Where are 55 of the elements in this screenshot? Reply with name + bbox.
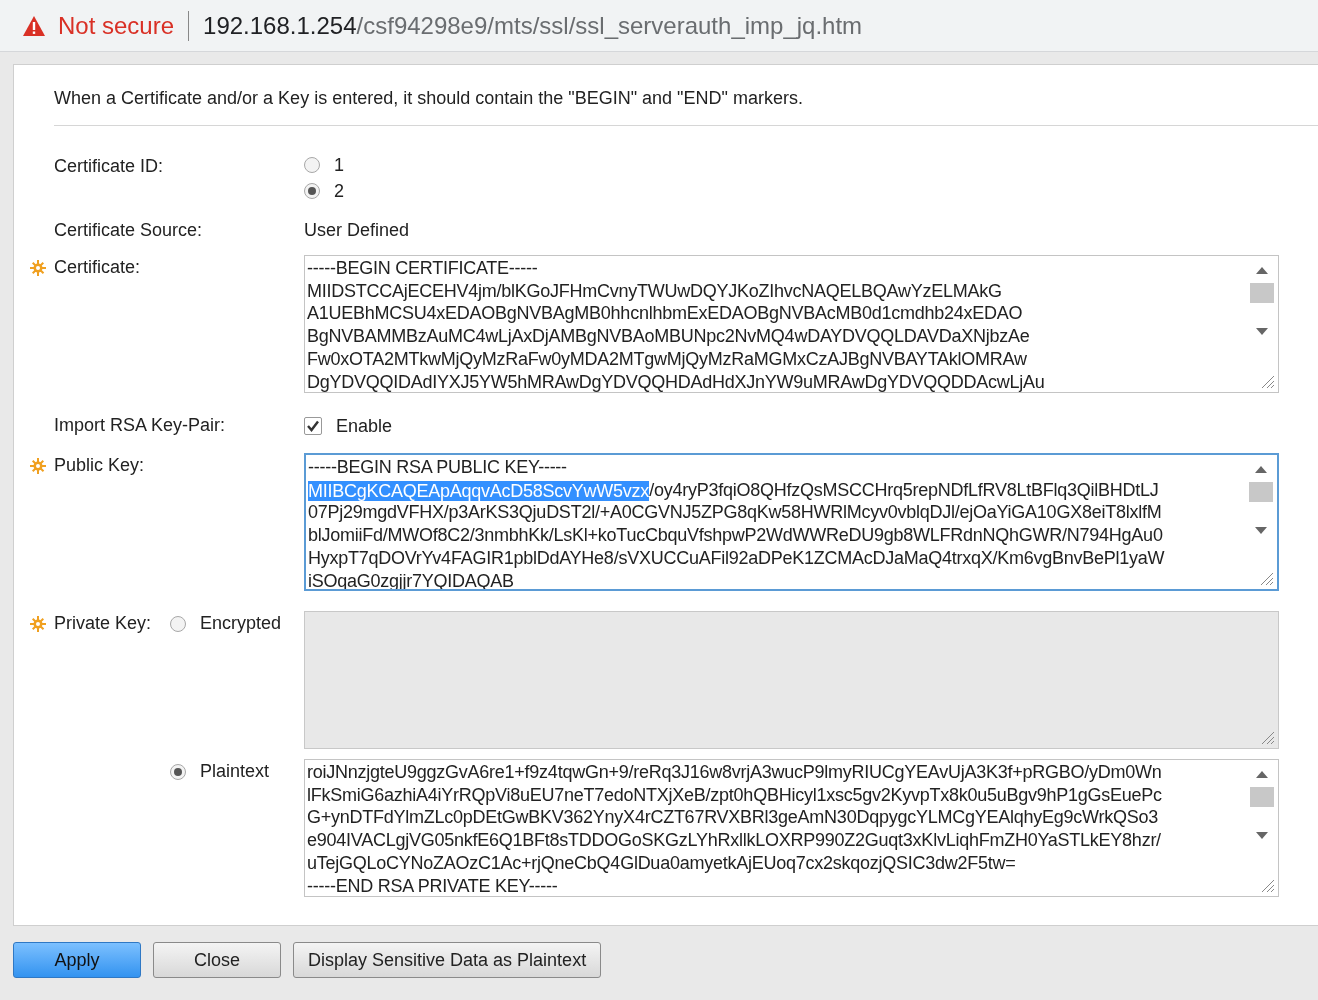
text-area[interactable] bbox=[304, 453, 1279, 591]
warning-icon bbox=[22, 14, 46, 37]
action-button[interactable]: Apply bbox=[13, 942, 141, 978]
text-line: e904IVACLgjVG05nkfE6Q1BFt8sTDDOGoSKGzLYhRxllkLOXRP990Z2Guqt3xKlvLiqhFmZH0YaSTLkEY8hzr/ bbox=[307, 829, 1161, 852]
radio-button[interactable] bbox=[304, 183, 320, 199]
scroll-down-icon[interactable] bbox=[1255, 327, 1269, 336]
scroll-up-icon[interactable] bbox=[1254, 465, 1268, 474]
text-line: roiJNnzjgteU9ggzGvA6re1+f9z4tqwGn+9/reRq3J16w8vrjA3wucP9lmyRIUCgYEAvUjA3K3f+pRGBO/yDm0Wn bbox=[307, 761, 1162, 784]
field-label: Certificate ID: bbox=[54, 155, 165, 177]
text-line: Fw0xOTA2MTkwMjQyMzRaFw0yMDA2MTgwMjQyMzRaMGMxCzAJBgNVBAYTAklOMRAw bbox=[307, 347, 1027, 371]
field-label: Private Key: bbox=[54, 612, 153, 634]
radio-label[interactable]: Plaintext bbox=[200, 761, 270, 782]
scroll-up-icon[interactable] bbox=[1255, 770, 1269, 779]
text-line: blJomiiFd/MWOf8C2/3nmbhKk/LsKl+koTucCbquVfshpwP2WdWWReDU9gb8WLFRdnNQhGWR/N794HgAu0 bbox=[308, 524, 1163, 547]
action-button[interactable]: Close bbox=[153, 942, 281, 978]
scrollbar-thumb[interactable] bbox=[1250, 787, 1274, 807]
checkmark-icon bbox=[306, 419, 320, 433]
field-label: Import RSA Key-Pair: bbox=[54, 414, 227, 436]
security-label[interactable]: Not secure bbox=[58, 11, 175, 40]
text-line: HyxpT7qDOVrYv4FAGIR1pblDdAYHe8/sVXUCCuAFil92aDPeK1ZCMAcDJaMaQ4trxqX/Km6vgBnvBePl1yaW bbox=[308, 546, 1165, 570]
field-label: Certificate Source: bbox=[54, 219, 204, 241]
text-line: lFkSmiG6azhiA4iYrRQpVi8uEU7neT7edoNTXjXeB/zpt0hQBHicyl1xsc5gv2KyvpTx8k0u5uBgv9hP1gGsEuePc bbox=[307, 783, 1162, 807]
resize-grip-icon[interactable] bbox=[1261, 879, 1275, 893]
checkbox-label[interactable]: Enable bbox=[336, 415, 393, 437]
url-host[interactable]: 192.168.1.254 bbox=[203, 11, 357, 40]
text-line: DgYDVQQIDAdIYXJ5YW5hMRAwDgYDVQQHDAdHdXJnYW9uMRAwDgYDVQQDDAcwLjAu bbox=[307, 370, 1045, 392]
text-line: uTejGQLoCYNoZAOzC1Ac+rjQneCbQ4GlDua0amyetkAjEUoq7cx2skqozjQSIC3dw2F5tw= bbox=[307, 851, 1016, 875]
field-label: Certificate: bbox=[54, 256, 142, 278]
action-button[interactable]: Display Sensitive Data as Plaintext bbox=[293, 942, 602, 978]
scrollbar-thumb[interactable] bbox=[1250, 283, 1274, 303]
text-line: G+ynDTFdYlmZLc0pDEtGwBKV362YnyX4rCZT67RVXBRl3geAmN30DqpygcYLMCgYEAlqhyEg9cWrkQSo3 bbox=[307, 806, 1158, 830]
resize-grip-icon[interactable] bbox=[1261, 375, 1275, 389]
scroll-down-icon[interactable] bbox=[1255, 831, 1269, 840]
text-line: -----END RSA PRIVATE KEY----- bbox=[307, 874, 558, 896]
radio-label[interactable]: 2 bbox=[334, 180, 344, 202]
scroll-down-icon[interactable] bbox=[1254, 526, 1268, 535]
radio-button[interactable] bbox=[170, 763, 186, 780]
text-line: -----BEGIN RSA PUBLIC KEY----- bbox=[308, 456, 567, 479]
scroll-up-icon[interactable] bbox=[1255, 266, 1269, 275]
text-line: A1UEBhMCSU4xEDAOBgNVBAgMB0hhcnlhbmExEDAOBgNVBAcMB0d1cmdhb24xEDAO bbox=[307, 302, 1023, 326]
text-line: -----BEGIN CERTIFICATE----- bbox=[307, 257, 538, 280]
text-area[interactable] bbox=[304, 759, 1279, 897]
text-line: 07Pj29mgdVFHX/p3ArKS3QjuDST2l/+A0CGVNJ5ZPG8qKw58HWRlMcyv0vblqDJl/ejOaYiGA10GX8eiT8lxlfM bbox=[308, 501, 1162, 525]
field-value: User Defined bbox=[304, 219, 411, 241]
field-label: Public Key: bbox=[54, 454, 146, 476]
text-area[interactable] bbox=[304, 255, 1279, 393]
text-line: MIIDSTCCAjECEHV4jm/blKGoJFHmCvnyTWUwDQYJKoZIhvcNAQELBQAwYzELMAkG bbox=[307, 279, 1002, 303]
text-line: BgNVBAMMBzAuMC4wLjAxDjAMBgNVBAoMBUNpc2NvMQ4wDAYDVQQLDAVDaXNjbzAe bbox=[307, 325, 1030, 348]
scrollbar-thumb[interactable] bbox=[1249, 482, 1273, 502]
url-path[interactable]: /csf94298e9/mts/ssl/ssl_serverauth_imp_jq.htm bbox=[356, 11, 863, 40]
radio-label[interactable]: 1 bbox=[334, 154, 344, 176]
radio-button[interactable] bbox=[304, 157, 320, 173]
resize-grip-icon[interactable] bbox=[1260, 572, 1274, 586]
checkbox[interactable] bbox=[304, 417, 322, 435]
instruction-text: When a Certificate and/or a Key is entered, it should contain the "BEGIN" and "END" markers. bbox=[53, 86, 804, 110]
